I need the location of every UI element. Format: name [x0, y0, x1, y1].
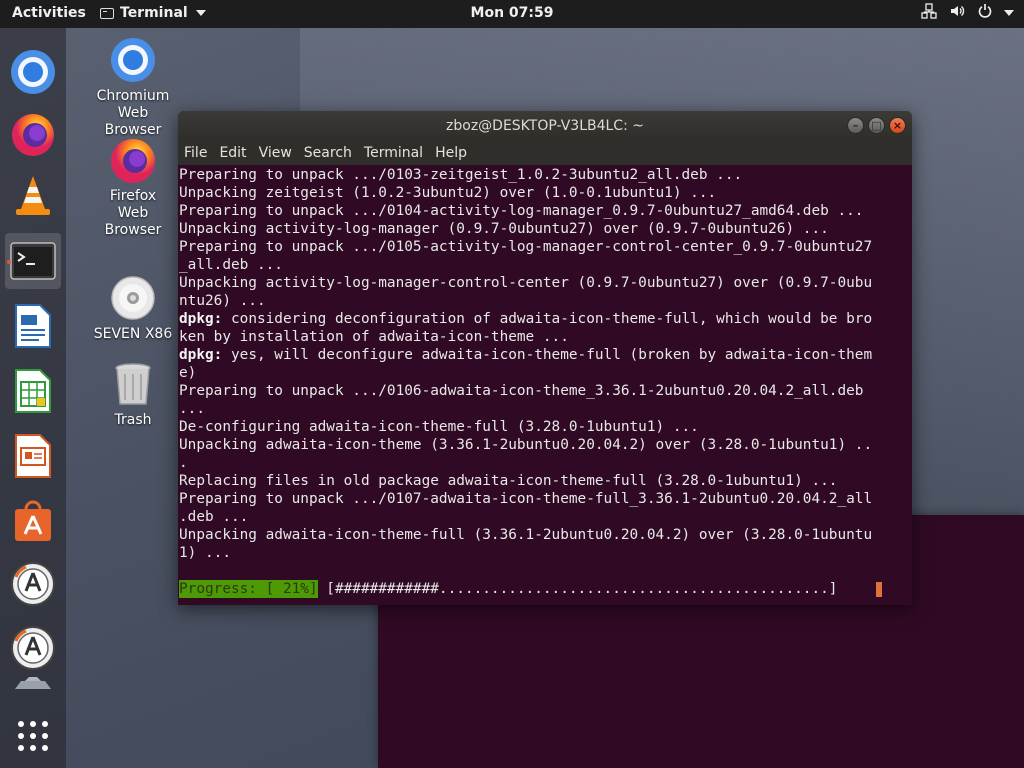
text-cursor	[876, 582, 883, 597]
terminal-line: Unpacking adwaita-icon-theme (3.36.1-2ub…	[179, 437, 873, 453]
desktop-icon-label: Chromium Web Browser	[96, 88, 170, 138]
vlc-icon	[16, 176, 50, 215]
terminal-line: Preparing to unpack .../0106-adwaita-ico…	[179, 383, 864, 399]
drive-icon	[15, 677, 51, 689]
desktop-icon-seven-x86[interactable]: SEVEN X86	[93, 274, 173, 343]
terminal-icon	[100, 7, 114, 19]
close-button[interactable]: ×	[889, 117, 906, 134]
network-icon[interactable]	[920, 3, 938, 23]
terminal-line: Preparing to unpack .../0107-adwaita-ico…	[179, 491, 873, 507]
terminal-line: e)	[179, 365, 197, 381]
chevron-down-icon	[195, 10, 206, 16]
clock[interactable]: Mon 07:59	[471, 5, 554, 21]
dock-terminal[interactable]	[5, 233, 61, 289]
desktop-icon-firefox[interactable]: Firefox Web Browser	[93, 136, 173, 239]
maximize-button[interactable]: □	[868, 117, 885, 134]
show-applications-button[interactable]	[5, 708, 61, 764]
chromium-icon	[11, 50, 55, 94]
progress-line: Progress: [ 21%] [############..........…	[179, 580, 912, 598]
progress-bar: [############...........................…	[317, 581, 847, 597]
apps-grid-icon	[18, 721, 48, 751]
power-icon[interactable]	[976, 3, 994, 23]
minimize-icon: –	[852, 119, 859, 132]
app-menu-label: Terminal	[120, 5, 188, 21]
terminal-line: ...	[179, 401, 205, 417]
calc-icon	[15, 369, 51, 413]
menu-help[interactable]: Help	[435, 145, 473, 161]
app-menu-button[interactable]: Terminal	[100, 5, 206, 21]
firefox-icon	[109, 136, 157, 184]
desktop-icon-label: Firefox Web Browser	[104, 188, 162, 238]
chromium-icon	[109, 36, 157, 84]
terminal-titlebar[interactable]: zboz@DESKTOP-V3LB4LC: ~ – □ ×	[178, 111, 912, 141]
minimize-button[interactable]: –	[847, 117, 864, 134]
terminal-line: dpkg: considering deconfiguration of adw…	[179, 311, 873, 327]
maximize-icon: □	[871, 119, 882, 132]
terminal-line: Unpacking zeitgeist (1.0.2-3ubuntu2) ove…	[179, 185, 717, 201]
terminal-line: Unpacking adwaita-icon-theme-full (3.36.…	[179, 527, 873, 543]
menu-search[interactable]: Search	[304, 145, 358, 161]
desktop-icon-label: SEVEN X86	[93, 326, 173, 342]
window-title: zboz@DESKTOP-V3LB4LC: ~	[446, 118, 644, 134]
terminal-line: Preparing to unpack .../0105-activity-lo…	[179, 239, 873, 255]
dock-libreoffice-writer[interactable]	[5, 298, 61, 354]
terminal-line: Preparing to unpack .../0103-zeitgeist_1…	[179, 167, 743, 183]
terminal-output[interactable]: Preparing to unpack .../0103-zeitgeist_1…	[178, 165, 912, 598]
menu-bar: File Edit View Search Terminal Help	[178, 141, 912, 165]
menu-file[interactable]: File	[184, 145, 213, 161]
terminal-line: Unpacking activity-log-manager-control-c…	[179, 275, 873, 291]
software-updater-icon	[11, 626, 55, 670]
menu-view[interactable]: View	[259, 145, 298, 161]
dock-firefox[interactable]	[5, 106, 61, 162]
trash-icon	[109, 360, 157, 408]
dock-vlc[interactable]	[5, 168, 61, 224]
system-tray[interactable]	[920, 3, 1014, 23]
terminal-line: Unpacking activity-log-manager (0.9.7-0u…	[179, 221, 829, 237]
terminal-icon	[10, 242, 56, 280]
terminal-window[interactable]: zboz@DESKTOP-V3LB4LC: ~ – □ × File Edit …	[178, 111, 912, 605]
menu-terminal[interactable]: Terminal	[364, 145, 429, 161]
terminal-line: 1) ...	[179, 545, 231, 561]
dock-drive[interactable]	[5, 668, 61, 698]
close-icon: ×	[892, 119, 903, 132]
terminal-line: ken by installation of adwaita-icon-them…	[179, 329, 569, 345]
impress-icon	[15, 434, 51, 478]
terminal-line: dpkg: yes, will deconfigure adwaita-icon…	[179, 347, 873, 363]
dock-chromium[interactable]	[5, 44, 61, 100]
progress-label: Progress: [ 21%]	[179, 580, 318, 598]
software-updater-icon	[11, 562, 55, 606]
desktop-icon-label: Trash	[114, 412, 152, 428]
dock	[0, 28, 66, 768]
desktop-icon-chromium[interactable]: Chromium Web Browser	[93, 36, 173, 139]
volume-icon[interactable]	[948, 3, 966, 23]
terminal-line: Replacing files in old package adwaita-i…	[179, 473, 838, 489]
dock-libreoffice-impress[interactable]	[5, 428, 61, 484]
terminal-line: .	[179, 455, 188, 471]
menu-edit[interactable]: Edit	[219, 145, 252, 161]
writer-icon	[15, 304, 51, 348]
firefox-icon	[12, 114, 54, 156]
dock-libreoffice-calc[interactable]	[5, 363, 61, 419]
optical-disc-icon	[109, 274, 157, 322]
software-center-icon	[15, 500, 51, 541]
terminal-line: _all.deb ...	[179, 257, 283, 273]
terminal-line: Preparing to unpack .../0104-activity-lo…	[179, 203, 864, 219]
terminal-line: .deb ...	[179, 509, 249, 525]
desktop-icon-trash[interactable]: Trash	[93, 360, 173, 429]
activities-button[interactable]: Activities	[12, 5, 86, 21]
terminal-line: ntu26) ...	[179, 293, 266, 309]
dock-ubuntu-software[interactable]	[5, 493, 61, 549]
running-indicator	[7, 260, 11, 264]
chevron-down-icon[interactable]	[1004, 10, 1014, 16]
top-bar: Activities Terminal Mon 07:59	[0, 0, 1024, 28]
dock-software-updater[interactable]	[5, 556, 61, 612]
terminal-line: De-configuring adwaita-icon-theme-full (…	[179, 419, 699, 435]
